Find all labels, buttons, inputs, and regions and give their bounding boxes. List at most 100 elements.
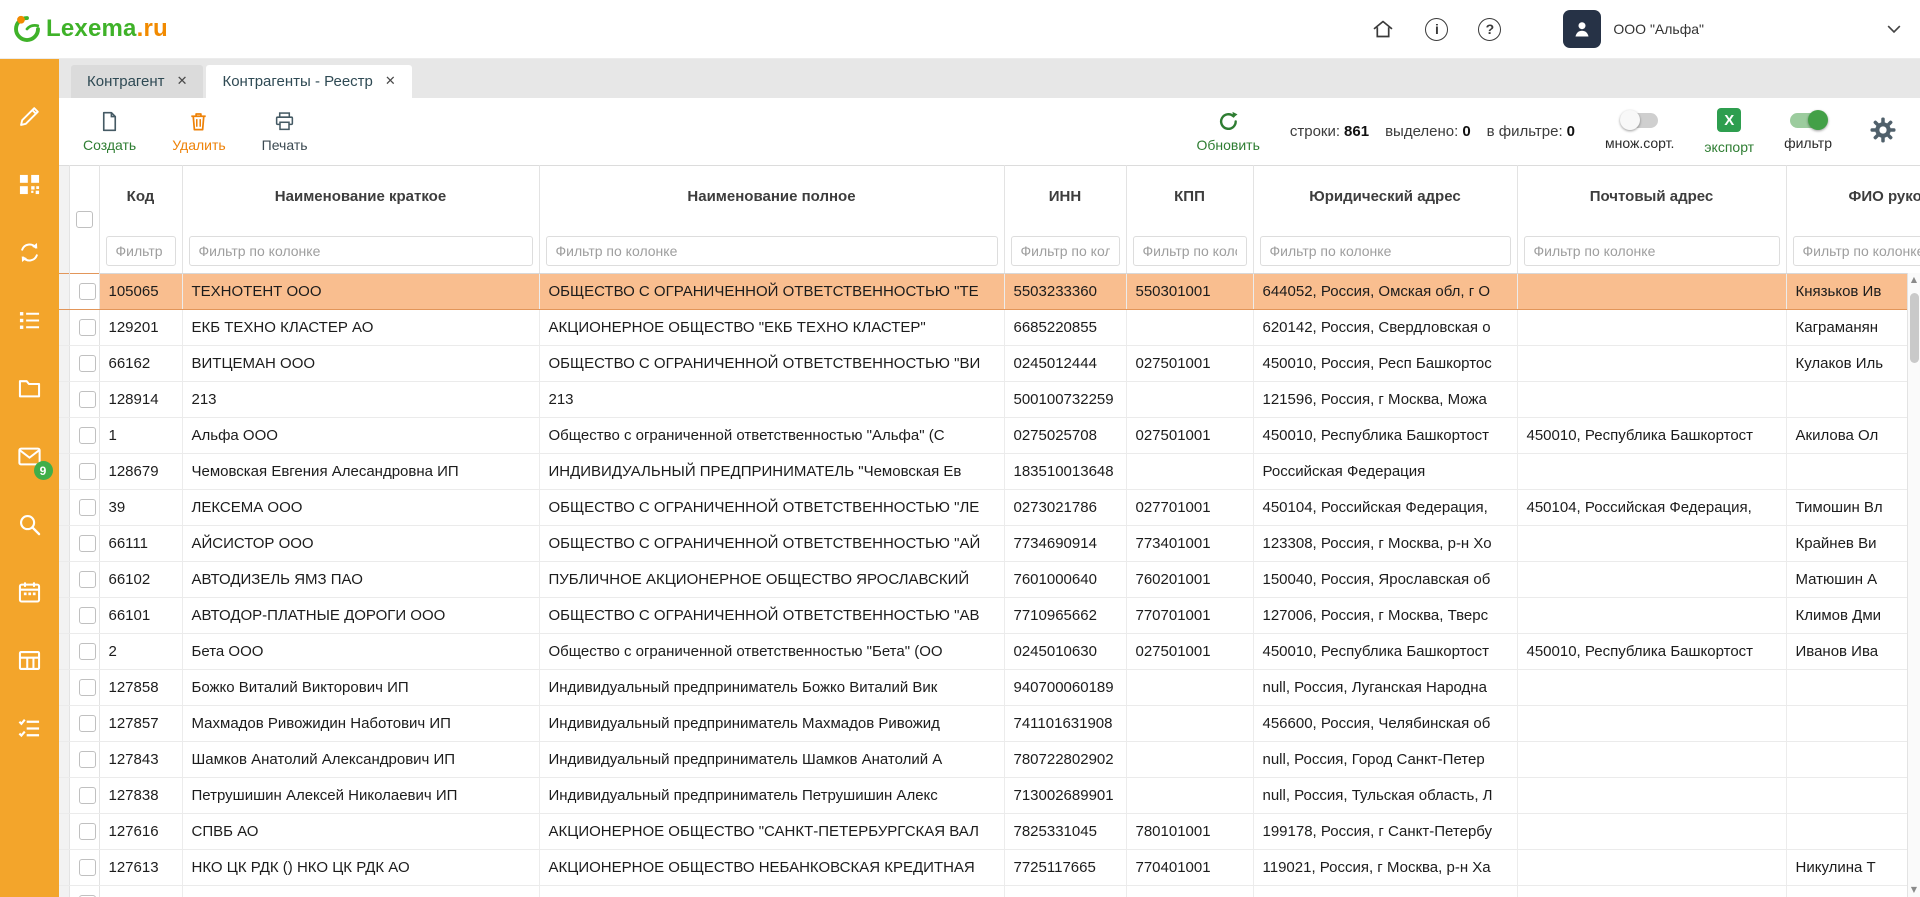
delete-button[interactable]: Удалить <box>172 110 225 153</box>
logo[interactable]: Lexema.ru <box>12 14 168 44</box>
column-header-kpp[interactable]: КПП <box>1126 166 1253 230</box>
row-checkbox[interactable] <box>79 571 96 588</box>
filter-input-kpp[interactable] <box>1133 236 1247 266</box>
scrollbar-thumb[interactable] <box>1910 293 1919 363</box>
filter-input-short-name[interactable] <box>189 236 533 266</box>
table-row[interactable]: 66111АЙСИСТОР ООООБЩЕСТВО С ОГРАНИЧЕННОЙ… <box>59 526 1920 562</box>
table-row[interactable]: 66101АВТОДОР-ПЛАТНЫЕ ДОРОГИ ООООБЩЕСТВО … <box>59 598 1920 634</box>
row-checkbox[interactable] <box>79 391 96 408</box>
table-row[interactable]: 1Альфа ООООбщество с ограниченной ответс… <box>59 418 1920 454</box>
table-row[interactable]: 127858Божко Виталий Викторович ИПИндивид… <box>59 670 1920 706</box>
help-button[interactable]: ? <box>1478 18 1501 41</box>
multisort-toggle[interactable]: множ.сорт. <box>1605 113 1674 151</box>
row-checkbox[interactable] <box>79 751 96 768</box>
scroll-down-icon[interactable]: ▼ <box>1911 883 1917 897</box>
cell-ceo <box>1786 706 1920 742</box>
row-checkbox[interactable] <box>79 535 96 552</box>
refresh-button[interactable]: Обновить <box>1196 110 1259 153</box>
table-row[interactable]: 127404Махмадов Ривожидин Наботович ИПИнд… <box>59 886 1920 897</box>
row-checkbox[interactable] <box>79 715 96 732</box>
table-row[interactable]: 39ЛЕКСЕМА ООООБЩЕСТВО С ОГРАНИЧЕННОЙ ОТВ… <box>59 490 1920 526</box>
column-header-ceo[interactable]: ФИО руководителя <box>1786 166 1920 230</box>
column-header-inn[interactable]: ИНН <box>1004 166 1126 230</box>
row-checkbox[interactable] <box>79 319 96 336</box>
filter-input-full-name[interactable] <box>546 236 998 266</box>
filter-input-legal-address[interactable] <box>1260 236 1511 266</box>
export-button[interactable]: X экспорт <box>1704 108 1754 155</box>
sidebar-item-tasks[interactable] <box>15 713 45 743</box>
table-row[interactable]: 127616СПВБ АОАКЦИОНЕРНОЕ ОБЩЕСТВО "САНКТ… <box>59 814 1920 850</box>
chevron-down-icon[interactable] <box>1884 19 1904 39</box>
info-button[interactable]: i <box>1425 18 1448 41</box>
table-row[interactable]: 127613НКО ЦК РДК () НКО ЦК РДК АОАКЦИОНЕ… <box>59 850 1920 886</box>
table-row[interactable]: 127857Махмадов Ривожидин Наботович ИПИнд… <box>59 706 1920 742</box>
row-checkbox[interactable] <box>79 679 96 696</box>
table-row[interactable]: 2Бета ООООбщество с ограниченной ответст… <box>59 634 1920 670</box>
sidebar-item-modules[interactable] <box>15 169 45 199</box>
sidebar-item-sync[interactable] <box>15 237 45 267</box>
sidebar-item-calendar[interactable] <box>15 577 45 607</box>
cell-kpp <box>1126 454 1253 490</box>
app: Lexema.ru i ? <box>0 0 1920 897</box>
table-row[interactable]: 127843Шамков Анатолий Александрович ИПИн… <box>59 742 1920 778</box>
row-checkbox[interactable] <box>79 859 96 876</box>
row-checkbox[interactable] <box>79 607 96 624</box>
cell-kpp <box>1126 742 1253 778</box>
sidebar-item-registry[interactable] <box>15 645 45 675</box>
cell-kpp: 770401001 <box>1126 850 1253 886</box>
cell-short_name: Петрушишин Алексей Николаевич ИП <box>182 778 539 814</box>
row-checkbox[interactable] <box>79 463 96 480</box>
table-row[interactable]: 105065ТЕХНОТЕНТ ООООБЩЕСТВО С ОГРАНИЧЕНН… <box>59 274 1920 310</box>
cell-postal_address <box>1517 850 1786 886</box>
row-checkbox[interactable] <box>79 823 96 840</box>
column-header-short-name[interactable]: Наименование краткое <box>182 166 539 230</box>
table-row[interactable]: 127838Петрушишин Алексей Николаевич ИПИн… <box>59 778 1920 814</box>
cell-postal_address <box>1517 814 1786 850</box>
cell-full_name: ИНДИВИДУАЛЬНЫЙ ПРЕДПРИНИМАТЕЛЬ "Чемовска… <box>539 454 1004 490</box>
cell-short_name: НКО ЦК РДК () НКО ЦК РДК АО <box>182 850 539 886</box>
column-header-full-name[interactable]: Наименование полное <box>539 166 1004 230</box>
scroll-up-icon[interactable]: ▲ <box>1911 273 1917 287</box>
sidebar-item-documents[interactable] <box>15 373 45 403</box>
cell-full_name: ОБЩЕСТВО С ОГРАНИЧЕННОЙ ОТВЕТСТВЕННОСТЬЮ… <box>539 526 1004 562</box>
column-header-postal-address[interactable]: Почтовый адрес <box>1517 166 1786 230</box>
table-row[interactable]: 66162ВИТЦЕМАН ООООБЩЕСТВО С ОГРАНИЧЕННОЙ… <box>59 346 1920 382</box>
search-icon <box>16 511 43 538</box>
cell-code: 66101 <box>99 598 182 634</box>
sidebar-item-search[interactable] <box>15 509 45 539</box>
column-header-legal-address[interactable]: Юридический адрес <box>1253 166 1517 230</box>
tab-kontragenty-reestr[interactable]: Контрагенты - Реестр ✕ <box>206 65 411 98</box>
row-checkbox-cell <box>69 598 99 634</box>
create-button[interactable]: Создать <box>83 110 136 153</box>
filter-input-code[interactable] <box>106 236 176 266</box>
table-row[interactable]: 66102АВТОДИЗЕЛЬ ЯМЗ ПАОПУБЛИЧНОЕ АКЦИОНЕ… <box>59 562 1920 598</box>
column-header-code[interactable]: Код <box>99 166 182 230</box>
sidebar-item-edit[interactable] <box>15 101 45 131</box>
row-checkbox[interactable] <box>79 787 96 804</box>
cell-code: 127857 <box>99 706 182 742</box>
row-checkbox[interactable] <box>79 643 96 660</box>
tab-kontragent[interactable]: Контрагент ✕ <box>71 65 203 98</box>
home-button[interactable] <box>1371 17 1395 41</box>
sidebar-item-reports[interactable] <box>15 305 45 335</box>
filter-toggle[interactable]: фильтр <box>1784 113 1832 151</box>
tab-close-icon[interactable]: ✕ <box>385 74 396 89</box>
vertical-scrollbar[interactable]: ▲ ▼ <box>1907 273 1920 897</box>
row-checkbox[interactable] <box>79 355 96 372</box>
tab-close-icon[interactable]: ✕ <box>177 74 188 89</box>
cell-full_name: Общество с ограниченной ответственностью… <box>539 634 1004 670</box>
table-row[interactable]: 128914213213500100732259121596, Россия, … <box>59 382 1920 418</box>
table-row[interactable]: 128679Чемовская Евгения Алесандровна ИПИ… <box>59 454 1920 490</box>
filter-input-inn[interactable] <box>1011 236 1120 266</box>
user-menu[interactable]: ООО "Альфа" <box>1563 10 1704 48</box>
row-checkbox[interactable] <box>79 427 96 444</box>
table-row[interactable]: 129201ЕКБ ТЕХНО КЛАСТЕР АОАКЦИОНЕРНОЕ ОБ… <box>59 310 1920 346</box>
row-checkbox[interactable] <box>79 499 96 516</box>
settings-button[interactable] <box>1868 115 1898 148</box>
sidebar-item-mail[interactable]: 9 <box>15 441 45 471</box>
print-button[interactable]: Печать <box>262 110 308 153</box>
select-all-checkbox[interactable] <box>76 211 93 228</box>
filter-input-ceo[interactable] <box>1793 236 1920 266</box>
row-checkbox[interactable] <box>79 283 96 300</box>
filter-input-postal-address[interactable] <box>1524 236 1780 266</box>
